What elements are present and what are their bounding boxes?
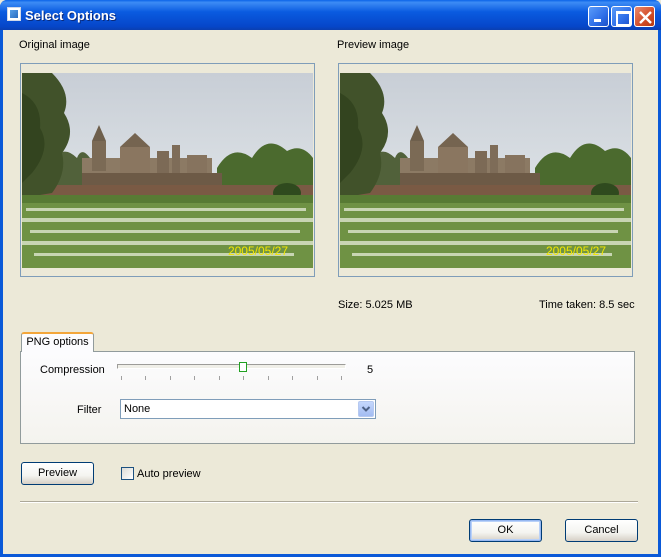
landscape-photo [22,73,313,268]
preview-image: 2005/05/27 [340,73,631,268]
slider-tick [316,376,318,380]
slider-tick [169,376,171,380]
original-date-stamp: 2005/05/27 [227,244,288,258]
auto-preview-checkbox[interactable] [121,467,134,480]
app-icon[interactable] [7,7,21,21]
original-image: 2005/05/27 [22,73,313,268]
dialog-window: Select Options Original image 2005/05/27… [0,0,661,557]
original-image-frame: 2005/05/27 [20,63,315,277]
slider-tick [243,376,245,380]
compression-slider-track[interactable] [117,364,346,369]
preview-button[interactable]: Preview [21,462,94,485]
ok-button[interactable]: OK [469,519,542,542]
chevron-down-icon [361,406,371,412]
size-text: Size: 5.025 MB [338,299,413,311]
slider-tick [218,376,220,380]
preview-image-label: Preview image [337,39,410,51]
cancel-button[interactable]: Cancel [565,519,638,542]
slider-tick [341,376,342,380]
window-title: Select Options [25,8,117,23]
filter-selected-value: None [124,403,151,415]
slider-tick [267,376,269,380]
compression-slider-thumb[interactable] [239,362,248,372]
close-button[interactable] [634,6,655,27]
time-taken-text: Time taken: 8.5 sec [539,299,635,311]
auto-preview-label[interactable]: Auto preview [137,468,201,480]
tab-png-options[interactable]: PNG options [21,332,94,352]
minimize-button[interactable] [588,6,609,27]
compression-label: Compression [40,364,105,376]
separator [20,501,638,503]
preview-image-frame: 2005/05/27 [338,63,633,277]
filter-label: Filter [77,404,102,416]
slider-tick [145,376,147,380]
preview-date-stamp: 2005/05/27 [545,244,606,258]
maximize-button[interactable] [611,6,632,27]
close-icon [639,11,652,24]
title-bar[interactable]: Select Options [0,0,661,30]
filter-select[interactable]: None [120,399,376,419]
original-image-label: Original image [19,39,90,51]
dialog-client: Original image 2005/05/27 Preview image … [3,30,658,554]
slider-tick [292,376,294,380]
slider-tick [121,376,122,380]
slider-tick [194,376,196,380]
landscape-photo-preview [340,73,631,268]
compression-value: 5 [367,364,374,376]
filter-dropdown-button[interactable] [358,401,374,417]
